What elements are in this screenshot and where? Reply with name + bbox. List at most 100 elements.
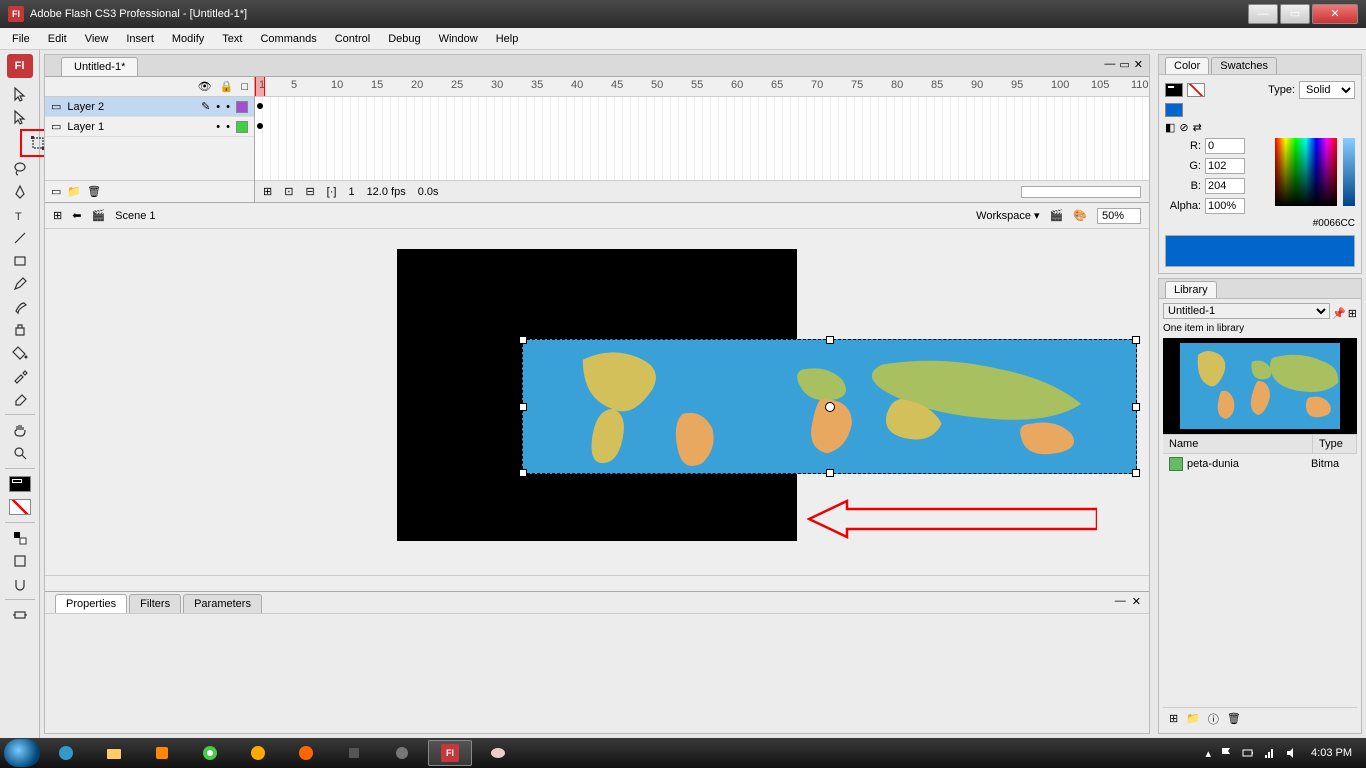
start-button[interactable]: [4, 739, 40, 767]
nocolor-icon[interactable]: ⊘: [1179, 121, 1188, 134]
maximize-button[interactable]: ▭: [1280, 4, 1310, 24]
layer-color[interactable]: [236, 121, 248, 133]
new-folder-icon[interactable]: 📁: [67, 185, 81, 198]
resize-handle[interactable]: [1132, 403, 1140, 411]
menu-view[interactable]: View: [77, 30, 117, 48]
options-icon[interactable]: [7, 550, 33, 572]
stroke-color[interactable]: [7, 473, 33, 495]
value-slider[interactable]: [1343, 138, 1355, 206]
menu-commands[interactable]: Commands: [252, 30, 324, 48]
selected-bitmap[interactable]: [522, 339, 1137, 474]
eyedropper-tool[interactable]: [7, 365, 33, 387]
color-picker[interactable]: [1275, 138, 1337, 206]
taskbar-chrome[interactable]: [188, 740, 232, 766]
frame-grid[interactable]: [255, 97, 1149, 180]
zoom-select[interactable]: 50%: [1097, 208, 1141, 224]
resize-handle[interactable]: [1132, 469, 1140, 477]
lock-icon[interactable]: 🔒: [220, 80, 234, 93]
tab-color[interactable]: Color: [1165, 57, 1209, 74]
taskbar-ie[interactable]: [44, 740, 88, 766]
tab-library[interactable]: Library: [1165, 281, 1217, 298]
minimize-button[interactable]: —: [1248, 4, 1278, 24]
stroke-color-swatch[interactable]: [1165, 83, 1183, 97]
text-tool[interactable]: T: [7, 204, 33, 226]
onion-skin-icon[interactable]: ⊞: [263, 185, 272, 198]
no-color-swatch[interactable]: [1187, 83, 1205, 97]
layer-color[interactable]: [236, 101, 248, 113]
tray-flag-icon[interactable]: [1219, 746, 1233, 760]
visibility-icon[interactable]: 👁: [198, 80, 212, 93]
eraser-tool[interactable]: [7, 388, 33, 410]
horizontal-scrollbar[interactable]: [45, 575, 1149, 591]
tray-volume-icon[interactable]: [1285, 746, 1299, 760]
edit-frames-icon[interactable]: ⊟: [305, 185, 314, 198]
brush-tool[interactable]: [7, 296, 33, 318]
taskbar-explorer[interactable]: [92, 740, 136, 766]
panel-close-icon[interactable]: ✕: [1132, 595, 1141, 608]
pen-tool[interactable]: [7, 181, 33, 203]
transform-option-icon[interactable]: [7, 604, 33, 626]
menu-window[interactable]: Window: [431, 30, 486, 48]
outline-icon[interactable]: □: [241, 81, 248, 93]
alpha-input[interactable]: [1205, 198, 1245, 214]
menu-insert[interactable]: Insert: [118, 30, 162, 48]
keyframe-icon[interactable]: [257, 123, 263, 129]
paint-bucket-tool[interactable]: [7, 342, 33, 364]
red-input[interactable]: [1205, 138, 1245, 154]
new-folder-icon[interactable]: 📁: [1186, 712, 1200, 725]
taskbar-app[interactable]: [236, 740, 280, 766]
workspace-dropdown[interactable]: Workspace ▾: [976, 209, 1039, 222]
resize-handle[interactable]: [1132, 336, 1140, 344]
properties-icon[interactable]: ⓘ: [1208, 711, 1219, 727]
back-icon[interactable]: ⬅: [72, 209, 81, 222]
tray-up-icon[interactable]: ▴: [1206, 747, 1212, 760]
timeline-scrollbar[interactable]: [1021, 186, 1141, 198]
subselection-tool[interactable]: [7, 106, 33, 128]
delete-layer-icon[interactable]: 🗑: [87, 185, 101, 198]
resize-handle[interactable]: [519, 336, 527, 344]
hand-tool[interactable]: [7, 419, 33, 441]
onion-markers-icon[interactable]: [·]: [327, 186, 337, 198]
taskbar-flash[interactable]: Fl: [428, 740, 472, 766]
taskbar-app2[interactable]: [332, 740, 376, 766]
resize-handle[interactable]: [519, 403, 527, 411]
layer-row[interactable]: ▭ Layer 2 ✎ ••: [45, 97, 254, 117]
library-header-type[interactable]: Type: [1313, 435, 1357, 453]
swap-colors-icon[interactable]: ⇄: [1193, 121, 1202, 134]
layer-row[interactable]: ▭ Layer 1 ••: [45, 117, 254, 137]
tab-filters[interactable]: Filters: [129, 594, 181, 613]
panel-minimize-icon[interactable]: —: [1115, 595, 1126, 608]
bw-swap-icon[interactable]: [7, 527, 33, 549]
blue-input[interactable]: [1205, 178, 1245, 194]
library-header-name[interactable]: Name: [1163, 435, 1313, 453]
menu-debug[interactable]: Debug: [380, 30, 428, 48]
edit-scene-dropdown-icon[interactable]: 🎨: [1073, 209, 1087, 222]
taskbar-app3[interactable]: [380, 740, 424, 766]
transform-center[interactable]: [825, 402, 835, 412]
edit-symbols-icon[interactable]: 🎬: [1050, 209, 1064, 222]
tray-network-icon[interactable]: [1263, 746, 1277, 760]
ink-bottle-tool[interactable]: [7, 319, 33, 341]
resize-handle[interactable]: [826, 469, 834, 477]
doc-minimize-icon[interactable]: —: [1104, 58, 1115, 71]
selection-tool[interactable]: [7, 83, 33, 105]
tray-battery-icon[interactable]: [1241, 746, 1255, 760]
taskbar-media[interactable]: [140, 740, 184, 766]
green-input[interactable]: [1205, 158, 1245, 174]
menu-modify[interactable]: Modify: [164, 30, 212, 48]
resize-handle[interactable]: [826, 336, 834, 344]
menu-file[interactable]: File: [4, 30, 38, 48]
resize-handle[interactable]: [519, 469, 527, 477]
fill-color-swatch[interactable]: [1165, 103, 1183, 117]
scene-name[interactable]: Scene 1: [115, 210, 155, 222]
tab-properties[interactable]: Properties: [55, 594, 127, 613]
onion-outlines-icon[interactable]: ⊡: [284, 185, 293, 198]
lasso-tool[interactable]: [7, 158, 33, 180]
doc-restore-icon[interactable]: ▭: [1119, 58, 1129, 71]
menu-control[interactable]: Control: [327, 30, 378, 48]
zoom-tool[interactable]: [7, 442, 33, 464]
stage[interactable]: [45, 229, 1149, 575]
menu-help[interactable]: Help: [488, 30, 527, 48]
pencil-tool[interactable]: [7, 273, 33, 295]
library-item[interactable]: peta-dunia Bitma: [1163, 454, 1357, 474]
